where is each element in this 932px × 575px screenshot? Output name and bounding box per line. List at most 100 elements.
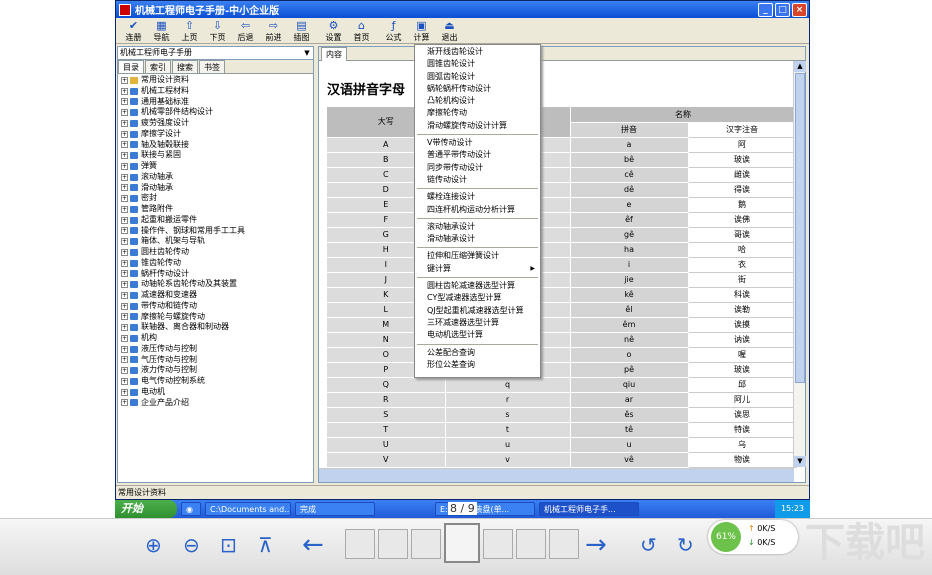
tree-item[interactable]: + 起重和搬运零件 xyxy=(121,215,313,226)
scroll-up-icon[interactable]: ▲ xyxy=(794,61,806,72)
tree-item[interactable]: + 滑动轴承 xyxy=(121,183,313,194)
tree-item[interactable]: + 电动机 xyxy=(121,387,313,398)
tree-item[interactable]: + 液力传动与控制 xyxy=(121,365,313,376)
tree-item[interactable]: + 带传动和链传动 xyxy=(121,301,313,312)
rotate-left-icon[interactable]: ↺ xyxy=(640,531,657,559)
expand-icon[interactable]: + xyxy=(121,152,128,160)
expand-icon[interactable]: + xyxy=(121,334,128,342)
close-button[interactable]: × xyxy=(792,2,807,17)
left-tab-1[interactable]: 索引 xyxy=(145,60,171,73)
tree-item[interactable]: + 联接与紧固 xyxy=(121,150,313,161)
toolbar-button-11[interactable]: ⏏ 退出 xyxy=(436,19,463,42)
menu-item[interactable]: 公差配合查询 xyxy=(415,347,540,359)
tree-item[interactable]: + 通用基础标准 xyxy=(121,97,313,108)
expand-icon[interactable]: + xyxy=(121,119,128,127)
expand-icon[interactable]: + xyxy=(121,76,128,84)
tree-item[interactable]: + 弹簧 xyxy=(121,161,313,172)
expand-icon[interactable]: + xyxy=(121,291,128,299)
tree-item[interactable]: + 摩擦学设计 xyxy=(121,129,313,140)
thumbnail[interactable] xyxy=(411,529,441,559)
next-icon[interactable]: → xyxy=(585,531,607,559)
toolbar-button-5[interactable]: ⇨ 前进 xyxy=(260,19,287,42)
expand-icon[interactable]: + xyxy=(121,87,128,95)
menu-item[interactable]: V带传动设计 xyxy=(415,137,540,149)
chevron-down-icon[interactable]: ▼ xyxy=(302,47,312,59)
expand-icon[interactable]: + xyxy=(121,195,128,203)
menu-item[interactable]: 同步带传动设计 xyxy=(415,162,540,174)
task-complete[interactable]: 完成 xyxy=(295,502,375,516)
expand-icon[interactable]: + xyxy=(121,399,128,407)
expand-icon[interactable]: + xyxy=(121,205,128,213)
expand-icon[interactable]: + xyxy=(121,109,128,117)
task-handbook[interactable]: 机械工程师电子手... xyxy=(539,502,639,516)
menu-item[interactable]: 圆柱齿轮减速器选型计算 xyxy=(415,280,540,292)
expand-icon[interactable]: + xyxy=(121,216,128,224)
menu-item[interactable]: 三环减速器选型计算 xyxy=(415,317,540,329)
zoom-out-icon[interactable]: ⊖ xyxy=(183,531,200,559)
expand-icon[interactable]: + xyxy=(121,162,128,170)
tree-item[interactable]: + 管路附件 xyxy=(121,204,313,215)
task-explorer[interactable]: C:\Documents and... xyxy=(205,502,291,516)
tree-item[interactable]: + 蜗杆传动设计 xyxy=(121,269,313,280)
menu-item[interactable]: 形位公差查询 xyxy=(415,359,540,371)
tree-item[interactable]: + 气压传动与控制 xyxy=(121,355,313,366)
expand-icon[interactable]: + xyxy=(121,377,128,385)
menu-item[interactable]: 渐开线齿轮设计 xyxy=(415,46,540,58)
expand-icon[interactable]: + xyxy=(121,313,128,321)
expand-icon[interactable]: + xyxy=(121,281,128,289)
menu-item[interactable]: 滚动轴承设计 xyxy=(415,221,540,233)
tree-item[interactable]: + 机构 xyxy=(121,333,313,344)
left-tab-0[interactable]: 目录 xyxy=(118,60,144,73)
menu-item[interactable]: 电动机选型计算 xyxy=(415,329,540,341)
toolbar-button-8[interactable]: ⌂ 首页 xyxy=(348,19,375,42)
maximize-button[interactable]: □ xyxy=(775,2,790,17)
thumbnail[interactable] xyxy=(483,529,513,559)
tree-item[interactable]: + 箱体、机架与导轨 xyxy=(121,236,313,247)
rotate-right-icon[interactable]: ↻ xyxy=(677,531,694,559)
tree-item[interactable]: + 联轴器、离合器和制动器 xyxy=(121,322,313,333)
thumbnail[interactable] xyxy=(549,529,579,559)
expand-icon[interactable]: + xyxy=(121,356,128,364)
menu-item[interactable]: CY型减速器选型计算 xyxy=(415,292,540,304)
thumbnail[interactable] xyxy=(378,529,408,559)
expand-icon[interactable]: + xyxy=(121,98,128,106)
tree-item[interactable]: + 滚动轴承 xyxy=(121,172,313,183)
toolbar-button-1[interactable]: ▦ 导航 xyxy=(148,19,175,42)
tree-item[interactable]: + 操作件、钢球和常用手工工具 xyxy=(121,226,313,237)
tree-item[interactable]: + 疲劳强度设计 xyxy=(121,118,313,129)
horizontal-scrollbar[interactable] xyxy=(319,468,794,482)
scroll-thumb[interactable] xyxy=(795,73,805,383)
slideshow-icon[interactable]: ⊼ xyxy=(258,531,273,559)
expand-icon[interactable]: + xyxy=(121,130,128,138)
quicklaunch-icon[interactable]: ◉ xyxy=(181,502,201,516)
menu-item[interactable]: 拉伸和压缩弹簧设计 xyxy=(415,250,540,262)
expand-icon[interactable]: + xyxy=(121,248,128,256)
expand-icon[interactable]: + xyxy=(121,227,128,235)
tree-item[interactable]: + 圆柱齿轮传动 xyxy=(121,247,313,258)
menu-item[interactable]: 链传动设计 xyxy=(415,174,540,186)
expand-icon[interactable]: + xyxy=(121,345,128,353)
menu-item[interactable]: 摩擦轮传动 xyxy=(415,107,540,119)
expand-icon[interactable]: + xyxy=(121,367,128,375)
tree-item[interactable]: + 锥齿轮传动 xyxy=(121,258,313,269)
expand-icon[interactable]: + xyxy=(121,173,128,181)
tree-item[interactable]: + 机械工程材料 xyxy=(121,86,313,97)
expand-icon[interactable]: + xyxy=(121,141,128,149)
tree-item[interactable]: + 电气传动控制系统 xyxy=(121,376,313,387)
menu-item[interactable]: 圆锥齿轮设计 xyxy=(415,58,540,70)
tree-item[interactable]: + 企业产品介绍 xyxy=(121,398,313,409)
toolbar-button-10[interactable]: ▣ 计算 xyxy=(408,19,435,42)
menu-item[interactable]: 圆弧齿轮设计 xyxy=(415,71,540,83)
scroll-down-icon[interactable]: ▼ xyxy=(794,456,806,467)
menu-item[interactable]: 凸轮机构设计 xyxy=(415,95,540,107)
menu-item[interactable]: 滑动螺旋传动设计计算 xyxy=(415,120,540,132)
tree-item[interactable]: + 液压传动与控制 xyxy=(121,344,313,355)
toolbar-button-7[interactable]: ⚙ 设置 xyxy=(320,19,347,42)
toolbar-button-0[interactable]: ✔ 连册 xyxy=(120,19,147,42)
zoom-in-icon[interactable]: ⊕ xyxy=(145,531,162,559)
fit-icon[interactable]: ⊡ xyxy=(220,531,237,559)
expand-icon[interactable]: + xyxy=(121,184,128,192)
toolbar-button-3[interactable]: ⇩ 下页 xyxy=(204,19,231,42)
book-select[interactable]: 机械工程师电子手册 ▼ xyxy=(118,47,313,60)
tree-item[interactable]: + 密封 xyxy=(121,193,313,204)
